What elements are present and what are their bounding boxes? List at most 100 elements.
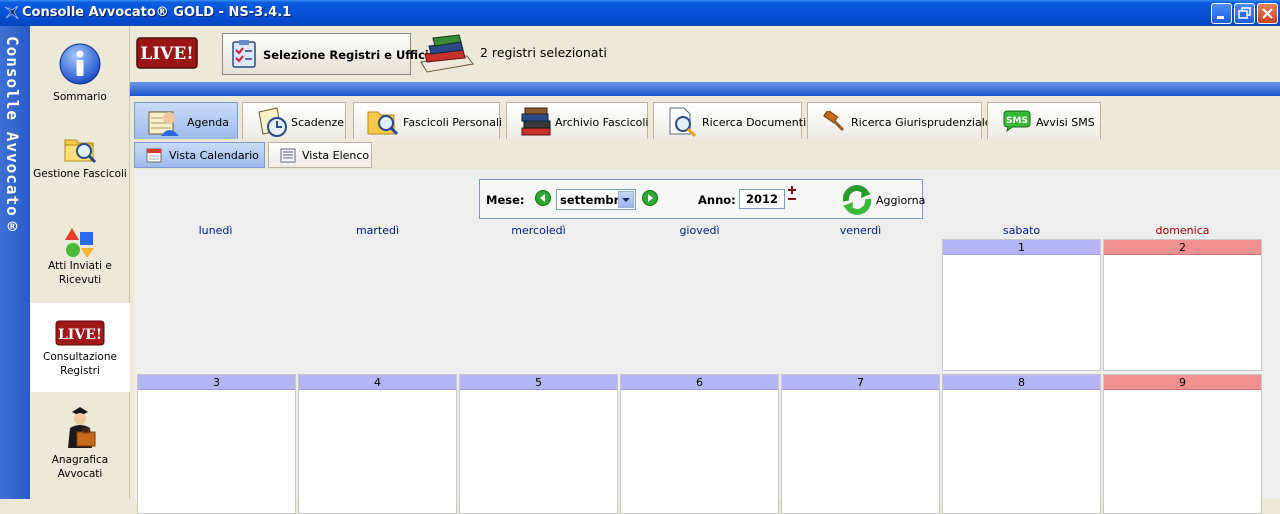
- refresh-icon: [842, 185, 872, 215]
- subtab-vista-calendario[interactable]: Vista Calendario: [134, 142, 265, 168]
- checklist-icon: [232, 40, 256, 68]
- tab-archivio-fascicoli[interactable]: Archivio Fascicoli: [506, 102, 648, 139]
- calendar-icon: [146, 148, 162, 163]
- month-navigation-bar: Mese: settembre Anno: 2012 Aggiorna: [479, 179, 925, 219]
- title-bar: Consolle Avvocato® GOLD - NS-3.4.1: [0, 0, 1280, 26]
- sidebar-item-label: Sommario: [53, 91, 107, 103]
- selected-registers-count: 2 registri selezionati: [480, 45, 607, 60]
- weekday-label: lunedì: [198, 224, 233, 237]
- sidebar-item-gestione-fascicoli[interactable]: Gestione Fascicoli: [30, 123, 130, 212]
- sidebar-item-anagrafica-avvocati[interactable]: Anagrafica Avvocati: [30, 396, 130, 485]
- day-number: 6: [621, 375, 778, 390]
- sidebar: Sommario Gestione Fascicoli Atti Inviati…: [30, 26, 130, 499]
- sidebar-item-label: Atti Inviati e Ricevuti: [48, 260, 112, 286]
- vertical-brand-strip: Consolle Avvocato®: [0, 26, 30, 499]
- calendar-day-cell[interactable]: 4: [298, 374, 457, 514]
- sidebar-item-label: Consultazione Registri: [43, 351, 117, 377]
- vertical-app-name: Consolle Avvocato®: [3, 36, 22, 237]
- tab-label: Fascicoli Personali: [403, 116, 503, 129]
- live-icon: LIVE!: [55, 320, 105, 346]
- subtab-label: Vista Calendario: [169, 149, 259, 162]
- calendar-day-cell[interactable]: 7: [781, 374, 940, 514]
- calendar-day-cell[interactable]: 3: [137, 374, 296, 514]
- day-number: 5: [460, 375, 617, 390]
- live-logo-text: LIVE!: [140, 44, 194, 64]
- minimize-icon: [1217, 16, 1224, 19]
- year-label: Anno:: [698, 193, 736, 207]
- day-number: 3: [138, 375, 295, 390]
- sidebar-item-label: Anagrafica Avvocati: [51, 454, 109, 480]
- select-registers-button[interactable]: Selezione Registri e Uffici: [222, 33, 429, 75]
- dropdown-button[interactable]: [618, 191, 634, 208]
- app-logo-icon: [4, 5, 19, 20]
- svg-text:SMS: SMS: [1006, 116, 1028, 126]
- list-icon: [280, 148, 296, 163]
- day-number: 1: [943, 240, 1100, 255]
- calendar-day-cell[interactable]: 5: [459, 374, 618, 514]
- calendar-day-cell[interactable]: 1: [942, 239, 1101, 371]
- deadline-icon: [258, 107, 287, 137]
- subtab-label: Vista Elenco: [302, 149, 370, 162]
- folder-search-icon: [64, 139, 97, 164]
- close-icon: [1262, 8, 1273, 19]
- restore-button[interactable]: [1234, 3, 1255, 24]
- toolbar: LIVE! Selezione Registri e Uffici 2 regi…: [130, 26, 1280, 82]
- month-label: Mese:: [486, 193, 525, 207]
- personal-folder-icon: [367, 111, 399, 136]
- live-logo-icon: LIVE!: [136, 37, 198, 69]
- agenda-icon: [148, 111, 179, 136]
- minimize-button[interactable]: [1211, 3, 1232, 24]
- tab-label: Archivio Fascicoli: [555, 116, 649, 129]
- tab-ricerca-giurisprudenziale[interactable]: Ricerca Giurisprudenziale: [807, 102, 992, 139]
- calendar-day-cell[interactable]: 6: [620, 374, 779, 514]
- calendar-day-cell[interactable]: 9: [1103, 374, 1262, 514]
- close-button[interactable]: [1257, 3, 1278, 24]
- tab-ricerca-documenti[interactable]: Ricerca Documenti: [653, 102, 806, 139]
- weekday-label: martedì: [355, 224, 400, 237]
- info-icon: [59, 43, 101, 85]
- tab-label: Agenda: [187, 116, 229, 129]
- restore-icon: [1238, 7, 1251, 19]
- gavel-icon: [823, 111, 845, 132]
- sidebar-item-consultazione-registri[interactable]: LIVE! Consultazione Registri: [30, 303, 130, 392]
- day-number: 4: [299, 375, 456, 390]
- next-month-icon[interactable]: [642, 190, 658, 206]
- sidebar-item-label: Gestione Fascicoli: [33, 168, 127, 180]
- sidebar-item-sommario[interactable]: Sommario: [30, 26, 130, 115]
- archive-books-icon: [521, 107, 551, 136]
- year-stepper-icon[interactable]: [787, 186, 797, 204]
- weekday-label: mercoledì: [511, 224, 566, 237]
- tab-label: Ricerca Documenti: [702, 116, 807, 129]
- sms-icon: SMS: [1003, 110, 1031, 132]
- tab-scadenze[interactable]: Scadenze: [242, 102, 346, 139]
- month-select[interactable]: settembre: [556, 189, 636, 210]
- chevron-down-icon: [622, 198, 630, 202]
- shapes-icon: [65, 228, 94, 258]
- weekday-label: venerdì: [839, 224, 882, 237]
- document-search-icon: [669, 107, 697, 138]
- svg-text:LIVE!: LIVE!: [58, 327, 102, 343]
- select-registers-label: Selezione Registri e Uffici: [263, 48, 429, 62]
- lawyer-icon: [68, 407, 96, 448]
- subtab-vista-elenco[interactable]: Vista Elenco: [268, 142, 372, 168]
- day-number: 7: [782, 375, 939, 390]
- refresh-button[interactable]: Aggiorna: [838, 183, 925, 215]
- day-number: 8: [943, 375, 1100, 390]
- day-number: 2: [1104, 240, 1261, 255]
- weekday-label: giovedì: [679, 224, 720, 237]
- year-input[interactable]: 2012: [739, 189, 785, 209]
- separator-bar: [130, 82, 1280, 96]
- window-title: Consolle Avvocato® GOLD - NS-3.4.1: [22, 5, 292, 20]
- previous-month-icon[interactable]: [535, 190, 551, 206]
- tab-label: Ricerca Giurisprudenziale: [851, 116, 992, 129]
- day-number: 9: [1104, 375, 1261, 390]
- tab-avvisi-sms[interactable]: SMS Avvisi SMS: [987, 102, 1101, 139]
- calendar-day-cell[interactable]: 8: [942, 374, 1101, 514]
- weekday-label: domenica: [1155, 224, 1210, 237]
- tab-fascicoli-personali[interactable]: Fascicoli Personali: [353, 102, 503, 139]
- weekday-label: sabato: [1002, 224, 1041, 237]
- tab-agenda[interactable]: Agenda: [134, 102, 238, 139]
- calendar-day-cell[interactable]: 2: [1103, 239, 1262, 371]
- sidebar-item-atti-inviati[interactable]: Atti Inviati e Ricevuti: [30, 216, 130, 305]
- tab-label: Avvisi SMS: [1036, 116, 1095, 129]
